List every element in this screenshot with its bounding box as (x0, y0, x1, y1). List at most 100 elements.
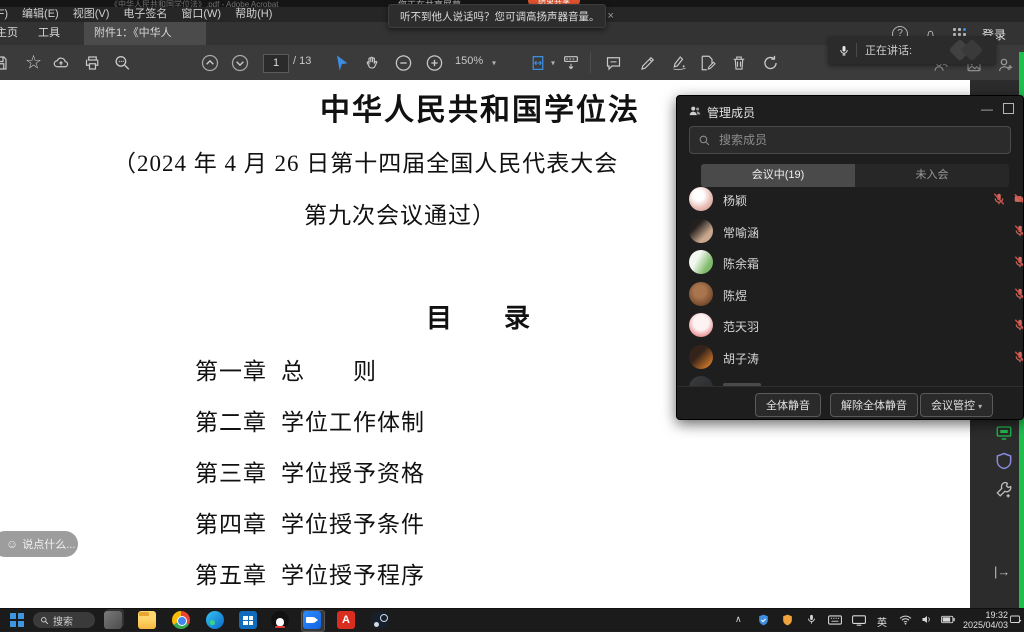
caret-down-icon: ▾ (978, 402, 982, 411)
cloud-upload-icon[interactable] (51, 54, 71, 72)
tencent-meeting-icon[interactable] (303, 611, 321, 629)
document-subtitle-line1: （2024 年 4 月 26 日第十四届全国人民代表大会 (113, 144, 618, 178)
widgets-icon[interactable] (104, 611, 122, 629)
toc-chapter-4: 第四章学位授予条件 (195, 505, 425, 539)
delete-trash-icon[interactable] (730, 54, 748, 72)
chrome-icon[interactable] (172, 611, 190, 629)
member-row[interactable]: 杨颖 (677, 184, 1024, 215)
member-name: 范天羽 (723, 318, 759, 335)
fit-width-icon[interactable] (528, 53, 548, 72)
toolbar-panel-icon[interactable] (561, 53, 581, 72)
panel-minimize-icon[interactable]: — (981, 102, 993, 116)
tools-wrench-icon[interactable] (994, 480, 1014, 500)
qq-icon[interactable] (271, 611, 289, 629)
mute-all-button[interactable]: 全体静音 (755, 393, 821, 417)
tray-keyboard-icon[interactable] (828, 615, 842, 625)
tray-display-icon[interactable] (852, 615, 866, 626)
next-page-icon[interactable] (230, 53, 250, 73)
steam-icon[interactable] (371, 611, 389, 629)
taskbar-search[interactable]: 搜索 (33, 612, 95, 628)
zoom-out-icon[interactable] (394, 53, 413, 72)
mic-muted-icon[interactable] (1013, 255, 1024, 269)
save-icon[interactable] (0, 54, 9, 72)
tab-home[interactable]: 主页 (0, 22, 28, 45)
search-icon[interactable] (113, 53, 132, 72)
zoom-caret-icon[interactable]: ▾ (492, 58, 496, 67)
member-row[interactable]: 胡子涛 (677, 342, 1024, 373)
time: 19:32 (962, 610, 1008, 620)
audio-hint-text: 听不到他人说话吗？您可调高扬声器音量。 (400, 9, 600, 24)
menu-window[interactable]: 窗口(W) (181, 7, 221, 22)
print-icon[interactable] (83, 54, 102, 72)
toast-close-icon[interactable]: × (608, 10, 614, 22)
chat-input-bubble[interactable]: ☺ 说点什么... (0, 531, 78, 557)
volume-icon[interactable] (921, 614, 933, 625)
avatar (689, 313, 713, 337)
audio-hint-toast: 听不到他人说话吗？您可调高扬声器音量。 × (388, 4, 606, 28)
edge-icon[interactable] (206, 611, 224, 629)
toc-chapter-2: 第二章学位工作体制 (195, 403, 425, 437)
highlight-pen-icon[interactable] (639, 54, 657, 72)
meeting-logo-watermark (948, 40, 986, 60)
avatar (689, 250, 713, 274)
date: 2025/04/03 (962, 620, 1008, 630)
sign-pen-icon[interactable] (670, 54, 689, 72)
ime-indicator[interactable]: 英 (877, 614, 887, 629)
clock[interactable]: 19:32 2025/04/03 (962, 610, 1008, 631)
member-row[interactable]: 陈煜 (677, 279, 1024, 310)
touch-keyboard-icon[interactable] (1010, 614, 1022, 625)
zoom-level[interactable]: 150% (455, 55, 483, 67)
file-explorer-icon[interactable] (138, 611, 156, 629)
member-row[interactable]: 陈余霜 (677, 247, 1024, 278)
wifi-icon[interactable] (899, 615, 912, 625)
menu-esign[interactable]: 电子签名 (123, 7, 167, 22)
mic-muted-icon[interactable] (1013, 350, 1024, 364)
member-row[interactable]: 范天羽 (677, 310, 1024, 341)
tray-chevron-icon[interactable]: ∧ (735, 614, 742, 625)
member-name: 陈余霜 (723, 255, 759, 272)
acrobat-icon[interactable]: A (337, 611, 355, 629)
expand-panel-icon[interactable]: |→ (994, 564, 1010, 579)
menu-view[interactable]: 视图(V) (73, 7, 110, 22)
security-shield-icon[interactable] (994, 450, 1014, 472)
meeting-control-button[interactable]: 会议管控 ▾ (920, 393, 993, 417)
defender-shield-icon[interactable] (757, 613, 770, 627)
security-shield-orange-icon[interactable] (781, 613, 794, 627)
previous-page-icon[interactable] (200, 53, 220, 73)
unmute-all-button[interactable]: 解除全体静音 (830, 393, 918, 417)
tray-mic-icon[interactable] (806, 613, 817, 626)
fit-caret-icon[interactable]: ▾ (551, 58, 555, 67)
select-tool-icon[interactable] (333, 54, 351, 72)
add-person-icon[interactable] (996, 56, 1015, 74)
member-row[interactable]: 常喻涵 (677, 216, 1024, 247)
tab-tools[interactable]: 工具 (28, 22, 70, 45)
comment-icon[interactable] (604, 54, 623, 72)
zoom-in-icon[interactable] (425, 53, 444, 72)
member-name: 胡子涛 (723, 350, 759, 367)
panel-maximize-icon[interactable] (1003, 103, 1014, 114)
hand-tool-icon[interactable] (363, 54, 381, 72)
mic-muted-icon[interactable] (992, 192, 1006, 206)
refresh-icon[interactable] (761, 53, 780, 72)
mic-muted-icon[interactable] (1013, 287, 1024, 301)
avatar (689, 282, 713, 306)
tab-document[interactable]: 附件1：《中华人民...× (84, 22, 206, 45)
start-button[interactable] (10, 613, 24, 627)
avatar (689, 187, 713, 211)
ms-store-icon[interactable] (239, 611, 257, 629)
member-search-box[interactable] (689, 126, 1011, 154)
share-monitor-icon[interactable] (994, 424, 1014, 442)
camera-off-icon[interactable] (1013, 192, 1024, 206)
member-search-input[interactable] (717, 132, 971, 148)
mic-muted-icon[interactable] (1013, 318, 1024, 332)
edit-page-icon[interactable] (698, 54, 717, 72)
battery-icon[interactable] (941, 615, 955, 624)
mic-muted-icon[interactable] (1013, 224, 1024, 238)
menu-help[interactable]: 帮助(H) (235, 7, 272, 22)
panel-header[interactable]: 管理成员 — (677, 96, 1023, 126)
page-total: / 13 (293, 55, 311, 67)
menu-file[interactable]: 文件(F) (0, 7, 8, 22)
favorites-star-icon[interactable]: ☆ (25, 51, 42, 74)
menu-edit[interactable]: 编辑(E) (22, 7, 59, 22)
page-number-input[interactable]: 1 (263, 54, 289, 73)
